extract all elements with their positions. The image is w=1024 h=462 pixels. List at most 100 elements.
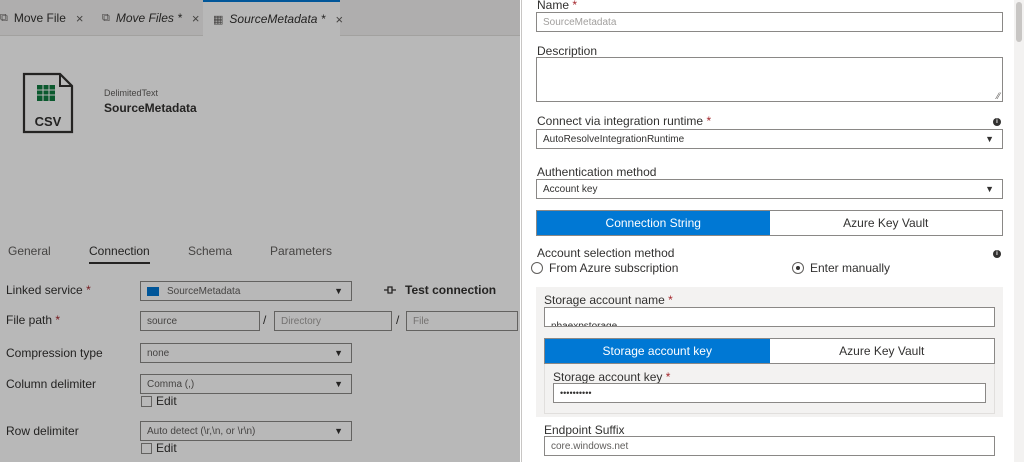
chevron-down-icon: ▼ xyxy=(985,134,994,144)
compression-value: none xyxy=(147,347,170,359)
dataset-type: DelimitedText xyxy=(104,88,159,98)
edit-checkbox[interactable] xyxy=(141,395,152,407)
azure-key-vault-option[interactable]: Azure Key Vault xyxy=(769,211,1002,235)
chevron-down-icon: ▼ xyxy=(985,184,994,194)
directory-input[interactable]: Directory xyxy=(274,311,392,331)
connection-source-toggle: Connection String Azure Key Vault xyxy=(536,210,1003,236)
description-textarea[interactable]: ⁄⁄ xyxy=(536,57,1003,102)
compression-type-label: Compression type xyxy=(6,346,103,360)
runtime-value: AutoResolveIntegrationRuntime xyxy=(543,133,685,145)
file-path-label: File path * xyxy=(6,313,60,327)
tab-parameters[interactable]: Parameters xyxy=(270,244,332,262)
azure-key-vault-option[interactable]: Azure Key Vault xyxy=(769,339,994,363)
chevron-down-icon: ▼ xyxy=(334,426,343,436)
endpoint-suffix-value: core.windows.net xyxy=(551,440,629,452)
close-icon[interactable]: × xyxy=(76,11,84,26)
tab-label: Move Files * xyxy=(115,11,182,25)
close-icon[interactable]: × xyxy=(335,12,343,27)
column-delimiter-select[interactable]: Comma (,) ▼ xyxy=(140,374,352,394)
info-icon[interactable]: i xyxy=(993,250,1001,258)
edit-label: Edit xyxy=(156,441,177,455)
required-mark: * xyxy=(55,313,61,327)
container-input[interactable]: source xyxy=(140,311,260,331)
column-delimiter-edit[interactable]: Edit xyxy=(141,394,177,408)
auth-method-select[interactable]: Account key ▼ xyxy=(536,179,1003,199)
tab-label: Move File xyxy=(13,11,66,25)
storage-account-key-label: Storage account key * xyxy=(553,370,670,384)
tab-bar: ⧉ Move File × ⧉ Move Files * × ▦ SourceM… xyxy=(0,0,520,36)
radio-enter-manually[interactable]: Enter manually xyxy=(792,261,890,275)
storage-account-key-option[interactable]: Storage account key xyxy=(545,339,770,363)
name-value: SourceMetadata xyxy=(543,16,617,28)
storage-account-name-input[interactable]: nbaexpstorage xyxy=(544,307,995,327)
storage-key-source-toggle: Storage account key Azure Key Vault xyxy=(544,338,995,364)
radio-circle[interactable] xyxy=(792,262,804,274)
required-mark: * xyxy=(665,370,671,384)
row-delimiter-label: Row delimiter xyxy=(6,424,79,438)
compression-type-select[interactable]: none ▼ xyxy=(140,343,352,363)
runtime-select[interactable]: AutoResolveIntegrationRuntime ▼ xyxy=(536,129,1003,149)
tab-label: SourceMetadata * xyxy=(229,12,326,26)
tab-move-file[interactable]: ⧉ Move File × xyxy=(0,0,83,36)
tab-source-metadata[interactable]: ▦ SourceMetadata * × xyxy=(203,0,343,36)
storage-account-key-value: •••••••••• xyxy=(560,388,592,398)
dataset-name: SourceMetadata xyxy=(104,101,197,115)
required-mark: * xyxy=(86,283,91,297)
row-delimiter-edit[interactable]: Edit xyxy=(141,441,177,455)
required-mark: * xyxy=(706,114,712,128)
radio-circle[interactable] xyxy=(531,262,543,274)
runtime-label: Connect via integration runtime * xyxy=(537,114,711,128)
linked-service-select[interactable]: SourceMetadata ▼ xyxy=(140,281,352,301)
scrollbar-thumb[interactable] xyxy=(1016,2,1022,42)
label-text: File path xyxy=(6,313,53,327)
endpoint-suffix-input[interactable]: core.windows.net xyxy=(544,436,995,456)
linked-service-value: SourceMetadata xyxy=(167,285,241,297)
storage-account-name-label: Storage account name * xyxy=(544,293,673,307)
edit-label: Edit xyxy=(156,394,177,408)
column-delimiter-label: Column delimiter xyxy=(6,377,97,391)
label-text: Linked service xyxy=(6,283,83,297)
csv-icon-label: CSV xyxy=(34,114,62,129)
info-icon[interactable]: i xyxy=(993,118,1001,126)
panel-scrollbar[interactable] xyxy=(1014,0,1024,462)
endpoint-suffix-label: Endpoint Suffix xyxy=(544,423,625,437)
file-input[interactable]: File xyxy=(406,311,518,331)
radio-label: Enter manually xyxy=(810,261,891,275)
edit-checkbox[interactable] xyxy=(141,442,152,454)
account-selection-label: Account selection method xyxy=(537,246,675,260)
label-text: Storage account key xyxy=(553,370,663,384)
close-icon[interactable]: × xyxy=(192,11,200,26)
file-placeholder: File xyxy=(413,315,430,327)
radio-from-subscription[interactable]: From Azure subscription xyxy=(531,261,678,275)
name-input[interactable]: SourceMetadata xyxy=(536,12,1003,32)
row-delimiter-value: Auto detect (\r,\n, or \r\n) xyxy=(147,425,256,437)
table-icon: ▦ xyxy=(213,13,224,26)
row-delimiter-select[interactable]: Auto detect (\r,\n, or \r\n) ▼ xyxy=(140,421,352,441)
pipeline-icon: ⧉ xyxy=(0,11,8,24)
tab-connection[interactable]: Connection xyxy=(89,244,150,264)
directory-placeholder: Directory xyxy=(281,315,322,327)
linked-service-label: Linked service * xyxy=(6,283,91,297)
pipeline-icon: ⧉ xyxy=(102,11,110,24)
chevron-down-icon: ▼ xyxy=(334,379,343,389)
label-text: Name xyxy=(537,0,570,12)
storage-account-key-input[interactable]: •••••••••• xyxy=(553,383,986,403)
path-separator: / xyxy=(263,313,267,327)
tab-schema[interactable]: Schema xyxy=(188,244,232,262)
test-connection-label: Test connection xyxy=(405,283,497,297)
required-mark: * xyxy=(572,0,578,12)
connection-string-option[interactable]: Connection String xyxy=(537,211,770,235)
property-tabs: General Connection Schema Parameters xyxy=(0,240,520,264)
test-connection-button[interactable]: Test connection xyxy=(383,283,496,297)
radio-label: From Azure subscription xyxy=(549,261,679,275)
auth-method-value: Account key xyxy=(543,183,598,195)
chevron-down-icon: ▼ xyxy=(334,348,343,358)
auth-method-label: Authentication method xyxy=(537,165,657,179)
path-separator: / xyxy=(396,313,400,327)
container-value: source xyxy=(147,315,178,327)
tab-move-files[interactable]: ⧉ Move Files * × xyxy=(102,0,199,36)
tab-general[interactable]: General xyxy=(8,244,51,262)
resize-handle-icon[interactable]: ⁄⁄ xyxy=(997,91,1000,101)
dataset-editor: ⧉ Move File × ⧉ Move Files * × ▦ SourceM… xyxy=(0,0,520,462)
plug-icon xyxy=(384,286,396,294)
